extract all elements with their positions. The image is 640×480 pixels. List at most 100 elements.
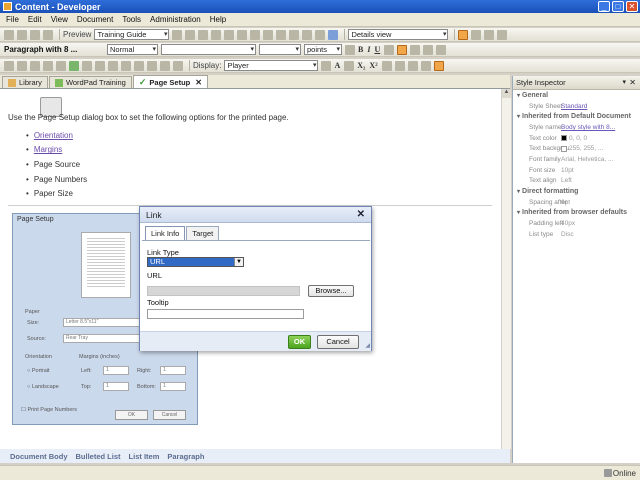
outdent-icon[interactable] [420, 60, 431, 71]
print-icon[interactable] [43, 29, 53, 40]
align-left-icon[interactable] [397, 44, 408, 55]
font-select[interactable] [161, 44, 256, 55]
style-select[interactable]: Normal [107, 44, 158, 55]
menu-view[interactable]: View [51, 15, 68, 24]
undo-icon[interactable] [250, 29, 261, 40]
cancel-button[interactable]: Cancel [317, 335, 359, 349]
dialog-close-icon[interactable]: ✕ [357, 209, 365, 220]
insert-link-icon[interactable] [82, 60, 92, 71]
insert-table-icon[interactable] [4, 60, 14, 71]
style-name-link[interactable]: Body style with 8... [561, 124, 635, 131]
layout-list-icon[interactable] [484, 29, 495, 40]
save-icon[interactable] [30, 29, 40, 40]
font-color-icon[interactable]: A [334, 61, 340, 70]
section-direct-formatting[interactable]: Direct formatting [513, 186, 640, 197]
font-size-select[interactable] [259, 44, 301, 55]
maximize-button[interactable]: □ [612, 1, 624, 12]
preview-label[interactable]: Preview [63, 30, 91, 39]
display-select[interactable]: Player [224, 60, 319, 71]
help-icon[interactable] [328, 29, 339, 40]
insert-column-icon[interactable] [30, 60, 40, 71]
tab-target[interactable]: Target [186, 226, 220, 240]
minimize-button[interactable]: _ [598, 1, 610, 12]
insert-symbol-icon[interactable] [108, 60, 118, 71]
preview-select[interactable]: Training Guide [94, 29, 170, 40]
layout-icon[interactable] [458, 29, 469, 40]
scroll-up-icon[interactable]: ▲ [502, 89, 511, 98]
insert-media-icon[interactable] [160, 60, 170, 71]
url-input[interactable] [147, 286, 300, 296]
close-panel-icon[interactable]: ✕ [629, 78, 636, 87]
section-browser-defaults[interactable]: Inherited from browser defaults [513, 207, 640, 219]
breadcrumb-bulleted-list[interactable]: Bulleted List [76, 452, 121, 461]
resize-grip-icon[interactable]: ◢ [365, 342, 370, 349]
menu-administration[interactable]: Administration [150, 15, 201, 24]
split-cells-icon[interactable] [56, 60, 66, 71]
font-size-increase-icon[interactable] [321, 60, 332, 71]
align-center-icon[interactable] [410, 44, 421, 55]
link-type-select[interactable]: URL ▼ [147, 257, 244, 267]
menu-help[interactable]: Help [210, 15, 226, 24]
unit-select[interactable]: points [304, 44, 342, 55]
align-right-icon[interactable] [423, 44, 434, 55]
image-icon[interactable] [289, 29, 300, 40]
find-icon[interactable] [237, 29, 248, 40]
margins-link[interactable]: Margins [34, 145, 62, 154]
insert-condition-icon[interactable] [147, 60, 157, 71]
strikethrough-icon[interactable] [384, 44, 395, 55]
close-window-button[interactable]: ✕ [626, 1, 638, 12]
insert-row-icon[interactable] [17, 60, 27, 71]
chevron-down-icon[interactable]: ▼ [234, 258, 243, 266]
breadcrumb-document-body[interactable]: Document Body [10, 452, 68, 461]
insert-image-icon[interactable] [69, 60, 79, 71]
breadcrumb-list-item[interactable]: List Item [129, 452, 160, 461]
paste-icon[interactable] [211, 29, 222, 40]
merge-cells-icon[interactable] [43, 60, 53, 71]
menu-file[interactable]: File [6, 15, 19, 24]
bold-icon[interactable]: B [358, 45, 363, 54]
outline-icon[interactable] [276, 29, 287, 40]
subscript-icon[interactable]: X₂ [357, 61, 365, 70]
browse-button[interactable]: Browse... [308, 285, 354, 297]
insert-glossary-icon[interactable] [134, 60, 144, 71]
underline-icon[interactable]: U [374, 45, 380, 54]
ok-button[interactable]: OK [288, 335, 311, 349]
breadcrumb-paragraph[interactable]: Paragraph [167, 452, 204, 461]
cut-icon[interactable] [185, 29, 196, 40]
insert-rule-icon[interactable] [121, 60, 131, 71]
paragraph-label[interactable]: Paragraph with 8 ... [4, 45, 104, 54]
numbered-list-icon[interactable] [394, 60, 405, 71]
redo-icon[interactable] [263, 29, 274, 40]
justify-icon[interactable] [436, 44, 447, 55]
tab-page-setup[interactable]: ✓ Page Setup ✕ [132, 75, 208, 88]
clear-format-icon[interactable] [381, 60, 392, 71]
menu-document[interactable]: Document [77, 15, 113, 24]
menu-edit[interactable]: Edit [28, 15, 42, 24]
close-tab-icon[interactable]: ✕ [195, 78, 202, 87]
delete-icon[interactable] [224, 29, 235, 40]
italic-icon[interactable]: I [367, 45, 370, 54]
view-select[interactable]: Details view [348, 29, 449, 40]
indent-icon[interactable] [433, 60, 444, 71]
spell-check-icon[interactable] [315, 29, 326, 40]
superscript-icon[interactable]: X² [369, 61, 377, 70]
tooltip-input[interactable] [147, 309, 304, 319]
pin-icon[interactable]: ▾ [622, 78, 626, 86]
insert-frame-icon[interactable] [173, 60, 183, 71]
highlight-icon[interactable] [344, 60, 355, 71]
format-painter-icon[interactable] [345, 44, 355, 55]
layout-split-icon[interactable] [471, 29, 482, 40]
section-inherited-default[interactable]: Inherited from Default Document [513, 111, 640, 123]
layout-pane-icon[interactable] [497, 29, 508, 40]
orientation-link[interactable]: Orientation [34, 131, 73, 140]
insert-anchor-icon[interactable] [95, 60, 105, 71]
tab-wordpad-training[interactable]: WordPad Training [48, 76, 132, 88]
style-sheet-link[interactable]: Standard [561, 103, 635, 110]
editor-scrollbar[interactable]: ▲ [501, 89, 511, 449]
copy-icon[interactable] [198, 29, 209, 40]
section-general[interactable]: General [513, 90, 640, 101]
preview-go-icon[interactable] [172, 29, 183, 40]
tab-link-info[interactable]: Link Info [145, 226, 186, 240]
tab-library[interactable]: Library [2, 76, 48, 88]
link-icon[interactable] [302, 29, 313, 40]
